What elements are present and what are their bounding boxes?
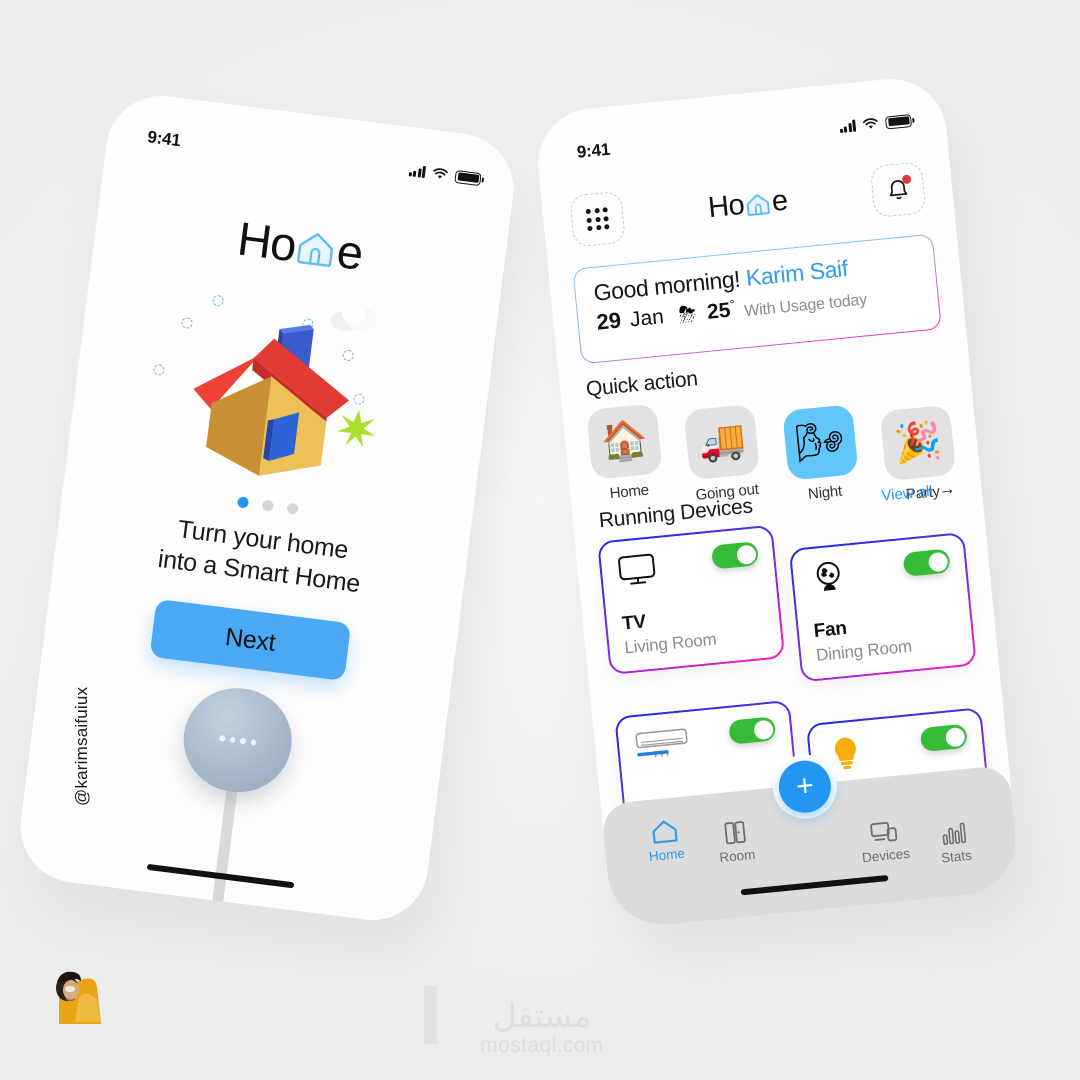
device-card-fan[interactable]: Fan Dining Room (788, 531, 977, 683)
signal-bars-icon (408, 164, 427, 179)
home-outline-icon (649, 817, 679, 846)
device-card-top (633, 716, 778, 764)
devices-icon (869, 818, 899, 847)
dashboard-phone: 9:41 Ho e Good morning! Karim Saif 29 Ja… (532, 73, 1022, 931)
speaker-puck (177, 681, 298, 799)
wifi-icon (433, 168, 448, 179)
device-toggle[interactable] (919, 723, 968, 753)
logo-text-after: e (334, 223, 366, 280)
designer-handle: @karimsaifuiux (72, 686, 91, 806)
mostaql-bar (424, 986, 437, 1044)
nav-item-devices[interactable]: Devices (852, 816, 918, 866)
quick-action-night[interactable]: 🌬 Night (780, 404, 864, 515)
tagline: Turn your home into a Smart Home (54, 498, 469, 613)
grid-dots (585, 207, 610, 232)
nav-item-room[interactable]: Room (703, 817, 769, 867)
house-emoji-icon: 🏠 (586, 403, 663, 480)
battery-full-icon (884, 113, 913, 130)
designer-avatar (45, 962, 105, 1024)
mostaql-domain: mostaql.com (480, 1034, 604, 1057)
quick-action-title: Quick action (584, 367, 699, 402)
device-card-top (807, 548, 952, 597)
status-time: 9:41 (575, 139, 611, 162)
quick-action-label: Night (807, 482, 843, 503)
party-popper-emoji-icon: 🎉 (879, 404, 957, 482)
device-card-top (824, 723, 969, 772)
logo-text-after: e (770, 184, 789, 218)
nav-label: Home (648, 845, 686, 865)
pager-dot-2[interactable] (261, 499, 274, 512)
tv-icon (615, 551, 658, 589)
logo-text-before: Ho (234, 211, 299, 272)
wifi-icon (863, 118, 878, 129)
logo-text-before: Ho (706, 188, 746, 224)
view-all-label: View all (880, 482, 934, 505)
air-conditioner-icon (633, 725, 692, 764)
house-illustration (193, 324, 350, 476)
pager-dot-3[interactable] (285, 502, 299, 515)
signal-bars-icon (839, 119, 857, 134)
speaker-led-dots (218, 735, 257, 746)
mostaql-arabic: مستقل (492, 995, 592, 1035)
thunderstorm-cloud-icon: ⛈ (677, 301, 698, 328)
status-icons (839, 113, 913, 134)
status-icons (408, 164, 482, 186)
greeting-day: 29 (595, 307, 623, 335)
pager-dot-1[interactable] (236, 496, 249, 509)
nav-label: Devices (861, 845, 911, 866)
greeting-month: Jan (628, 305, 665, 332)
nav-item-stats[interactable]: Stats (922, 817, 988, 867)
device-card-top (615, 541, 760, 589)
nav-item-home[interactable]: Home (633, 816, 699, 866)
nav-label: Room (718, 846, 757, 866)
door-icon (720, 818, 750, 847)
app-logo: Ho e (707, 184, 789, 225)
mostaql-watermark: مستقل mostaql.com (452, 995, 632, 1058)
light-bulb-icon (824, 734, 867, 772)
greeting-usage-note: With Usage today (743, 291, 868, 321)
sparkle-icon (337, 409, 376, 448)
house-logo-icon (744, 191, 772, 216)
next-button[interactable]: Next (149, 598, 352, 682)
truck-emoji-icon: 🚚 (683, 403, 761, 481)
grid-menu-icon[interactable] (569, 190, 626, 248)
nav-label: Stats (940, 847, 973, 866)
greeting-temperature: 25° (705, 297, 736, 324)
bar-chart-icon (939, 819, 969, 848)
device-toggle[interactable] (902, 548, 951, 577)
smart-speaker-icon (135, 681, 304, 927)
device-toggle[interactable] (710, 541, 760, 570)
battery-full-icon (454, 169, 482, 186)
quick-action-label: Home (608, 481, 650, 503)
house-3d-icon (131, 271, 434, 505)
device-card-tv[interactable]: TV Living Room (597, 524, 786, 676)
arrow-right-icon: → (937, 478, 957, 500)
fan-icon (807, 558, 850, 596)
house-logo-icon (294, 227, 338, 268)
bell-glyph (884, 174, 912, 203)
device-toggle[interactable] (728, 716, 777, 745)
dashboard-screen: 9:41 Ho e Good morning! Karim Saif 29 Ja… (533, 74, 1022, 931)
bell-icon[interactable] (869, 161, 927, 219)
status-time: 9:41 (146, 127, 182, 151)
wind-night-emoji-icon: 🌬 (781, 404, 859, 481)
